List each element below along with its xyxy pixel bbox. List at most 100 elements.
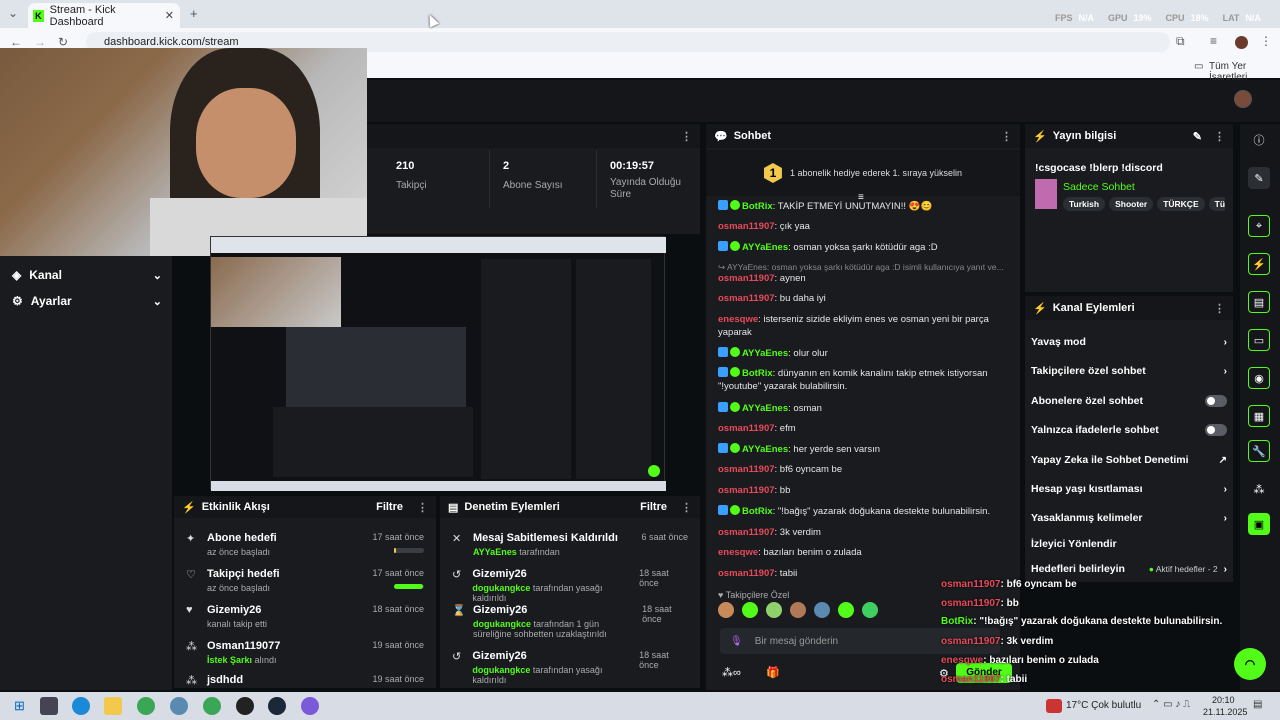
wrench-icon[interactable]: 🔧	[1248, 440, 1270, 462]
microphone-icon[interactable]: 🎙	[730, 636, 743, 647]
chat-icon[interactable]: ▭	[1248, 329, 1270, 351]
weather-widget[interactable]: 17°C Çok bulutlu	[1066, 700, 1141, 711]
more-options-icon[interactable]: ⋮	[1214, 302, 1225, 315]
action-emotes-only[interactable]: Yalnızca ifadelerle sohbet	[1031, 420, 1227, 440]
chrome-icon[interactable]	[137, 697, 155, 715]
close-tab-icon[interactable]: ✕	[165, 9, 174, 22]
emotes-only-toggle[interactable]	[1205, 424, 1227, 436]
chat-username[interactable]: enesqwe	[718, 547, 758, 558]
windows-start-icon[interactable]: ⊞	[14, 698, 25, 714]
chat-username[interactable]: AYYaEnes	[742, 403, 788, 414]
broadcast-icon[interactable]: ◉	[1248, 367, 1270, 389]
sidebar-item-kanal[interactable]: ◈ Kanal ⌄	[12, 262, 162, 288]
edit-icon[interactable]: ✎	[1248, 167, 1270, 189]
gift-icon[interactable]: 🎁	[766, 666, 780, 679]
browser-tab-strip: ⌄ K Stream - Kick Dashboard ✕ + FPS N/A G…	[0, 0, 1280, 28]
new-tab-button[interactable]: +	[190, 6, 198, 21]
more-options-icon[interactable]: ⋮	[417, 501, 428, 514]
chat-username[interactable]: enesqwe	[718, 314, 758, 325]
subscribers-only-toggle[interactable]	[1205, 395, 1227, 407]
action-ai-moderation[interactable]: Yapay Zeka ile Sohbet Denetimi ↗	[1031, 450, 1227, 470]
chat-username[interactable]: BotRix	[742, 368, 773, 379]
action-banned-words[interactable]: Yasaklanmış kelimeler ›	[1031, 508, 1227, 528]
focus-icon[interactable]: ⌖	[1248, 215, 1270, 237]
more-options-icon[interactable]: ⋮	[1001, 130, 1012, 143]
browser-menu-icon[interactable]: ⋮	[1260, 34, 1272, 48]
user-avatar[interactable]	[1234, 90, 1252, 108]
stat-uptime: 00:19:57 Yayında Olduğu Süre	[610, 160, 681, 200]
chat-username[interactable]: AYYaEnes	[742, 242, 788, 253]
emote[interactable]	[814, 602, 830, 618]
stream-category[interactable]: Sadece Sohbet	[1063, 181, 1135, 193]
activity-filter-button[interactable]: Filtre	[376, 501, 403, 513]
action-slow-mode[interactable]: Yavaş mod ›	[1031, 332, 1227, 352]
emote[interactable]	[766, 602, 782, 618]
chat-username[interactable]: AYYaEnes	[742, 444, 788, 455]
clock-time[interactable]: 20:10	[1212, 695, 1235, 705]
chat-message: AYYaEnes: osman yoksa şarkı kötüdür aga …	[718, 241, 1018, 254]
edit-icon[interactable]: ✎	[1193, 130, 1202, 143]
layout-icon[interactable]: ▦	[1248, 405, 1270, 427]
moderation-filter-button[interactable]: Filtre	[640, 501, 667, 513]
lightning-icon[interactable]: ⚡	[1248, 253, 1270, 275]
action-subscribers-only[interactable]: Abonelere özel sohbet	[1031, 391, 1227, 411]
chat-username[interactable]: osman11907	[718, 273, 775, 284]
emote[interactable]	[790, 602, 806, 618]
share-icon[interactable]: ⁂	[1248, 478, 1270, 500]
chrome-icon[interactable]	[203, 697, 221, 715]
chat-username[interactable]: osman11907	[718, 485, 775, 496]
emote[interactable]	[742, 602, 758, 618]
browser-tab[interactable]: K Stream - Kick Dashboard ✕	[28, 3, 180, 28]
sidebar-item-ayarlar[interactable]: ⚙ Ayarlar ⌄	[12, 288, 162, 314]
back-icon[interactable]: ←	[10, 35, 22, 49]
discord-icon[interactable]	[301, 697, 319, 715]
emote[interactable]	[838, 602, 854, 618]
chevron-down-icon: ⌄	[152, 269, 162, 282]
tray-icons[interactable]: ⌃ ▭ ♪ ⎍	[1152, 699, 1190, 710]
chat-username[interactable]: osman11907	[718, 423, 775, 434]
action-followers-only[interactable]: Takipçilere özel sohbet ›	[1031, 361, 1227, 381]
tab-search-icon[interactable]: ⌄	[8, 6, 18, 20]
action-goals[interactable]: Hedefleri belirleyin ● Aktif hedefler - 2…	[1031, 559, 1227, 579]
lightning-icon: ⚡	[182, 501, 196, 514]
chat-username[interactable]: osman11907	[718, 464, 775, 475]
gift-promo-banner[interactable]: 1 1 abonelik hediye ederek 1. sıraya yük…	[706, 150, 1020, 196]
support-headset-icon[interactable]: ◠	[1234, 648, 1266, 680]
notification-icon[interactable]: ▤	[1253, 699, 1262, 710]
emote[interactable]	[718, 602, 734, 618]
steam-icon[interactable]	[268, 697, 286, 715]
clock-date[interactable]: 21.11.2025	[1203, 707, 1247, 717]
extensions-icon[interactable]: ⧉	[1176, 34, 1185, 49]
chat-username[interactable]: osman11907	[718, 527, 775, 538]
chat-username[interactable]: osman11907	[718, 568, 775, 579]
chat-username[interactable]: AYYaEnes	[742, 348, 788, 359]
emote-picker-icon[interactable]: ⁂∞	[722, 666, 741, 679]
emote[interactable]	[862, 602, 878, 618]
edge-icon[interactable]	[72, 697, 90, 715]
info-icon[interactable]: ⓘ	[1248, 129, 1270, 151]
file-explorer-icon[interactable]	[104, 697, 122, 715]
reload-icon[interactable]: ↻	[58, 35, 68, 49]
action-raid[interactable]: İzleyici Yönlendir	[1031, 534, 1227, 554]
category-thumbnail	[1035, 179, 1057, 209]
chat-username[interactable]: BotRix	[742, 201, 773, 212]
undo-icon: ↺	[452, 569, 462, 581]
more-options-icon[interactable]: ⋮	[681, 130, 692, 143]
document-icon[interactable]: ▤	[1248, 291, 1270, 313]
chat-username[interactable]: osman11907	[718, 221, 775, 232]
verified-badge-icon	[730, 200, 740, 210]
forward-icon[interactable]: →	[34, 35, 46, 49]
more-options-icon[interactable]: ⋮	[681, 501, 692, 514]
profile-avatar[interactable]	[1235, 36, 1248, 49]
media-icon[interactable]: ≡	[1210, 34, 1217, 48]
task-view-icon[interactable]	[40, 697, 58, 715]
action-account-age[interactable]: Hesap yaşı kısıtlaması ›	[1031, 479, 1227, 499]
chat-text: TAKİP ETMEYİ UNUTMAYIN!! 😍😊	[777, 201, 933, 212]
app-icon[interactable]	[170, 697, 188, 715]
clapperboard-icon[interactable]: ▣	[1248, 513, 1270, 535]
chat-username[interactable]: osman11907	[718, 293, 775, 304]
heart-icon: ♥	[718, 590, 726, 600]
chat-username[interactable]: BotRix	[742, 506, 773, 517]
more-options-icon[interactable]: ⋮	[1214, 130, 1225, 143]
obs-icon[interactable]	[236, 697, 254, 715]
